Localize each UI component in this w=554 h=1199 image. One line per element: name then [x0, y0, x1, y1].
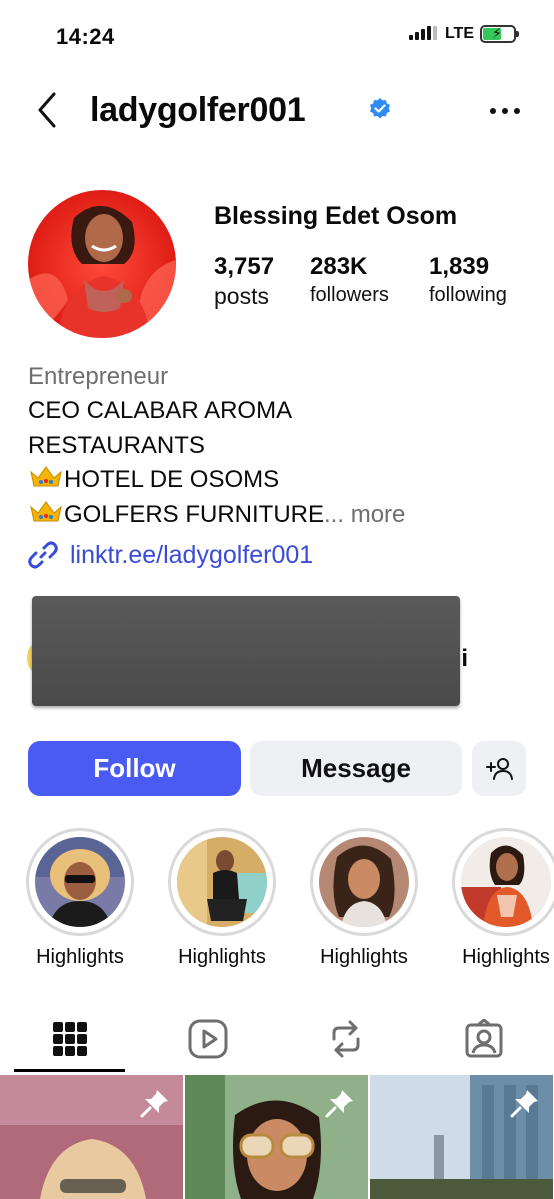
active-tab-indicator — [14, 1069, 125, 1072]
ellipsis-icon — [490, 108, 520, 114]
story-highlights: Highlights Highlights Highlights Highlig… — [0, 828, 554, 973]
pin-icon — [325, 1090, 353, 1118]
bio-line: GOLFERS FURNITURE... more — [28, 498, 528, 533]
highlight-label: Highlights — [36, 946, 124, 968]
highlight-ring — [168, 828, 276, 936]
stat-followers[interactable]: 283K followers — [310, 253, 389, 308]
link-icon — [28, 541, 58, 569]
highlight-ring — [310, 828, 418, 936]
grid-post[interactable] — [185, 1075, 368, 1199]
stat-following[interactable]: 1,839 following — [429, 253, 507, 308]
profile-actions: Follow Message — [28, 741, 528, 796]
bio-line: HOTEL DE OSOMS — [28, 463, 528, 498]
highlight-thumbnail — [461, 837, 551, 927]
username: ladygolfer001 — [90, 91, 306, 129]
highlight-label: Highlights — [320, 946, 408, 968]
link-text: linktr.ee/ladygolfer001 — [70, 540, 314, 569]
status-time: 14:24 — [56, 24, 115, 49]
highlight-label: Highlights — [462, 946, 550, 968]
reposts-icon — [332, 1020, 360, 1058]
highlight-thumbnail — [177, 837, 267, 927]
highlight-thumbnail — [35, 837, 125, 927]
posts-grid — [0, 1075, 554, 1199]
bio: Entrepreneur CEO CALABAR AROMA RESTAURAN… — [28, 360, 528, 532]
bio-link[interactable]: linktr.ee/ladygolfer001 — [28, 540, 313, 570]
status-bar: 14:24 LTE ⚡ — [0, 0, 554, 70]
follow-button[interactable]: Follow — [28, 741, 241, 796]
tab-reposts[interactable] — [286, 1011, 406, 1067]
highlight-label: Highlights — [178, 946, 266, 968]
bio-line-text: GOLFERS FURNITURE — [64, 500, 325, 528]
following-label: following — [429, 283, 507, 306]
cellular-signal-icon — [408, 25, 439, 43]
crown-emoji-icon — [30, 500, 62, 521]
profile-avatar[interactable] — [28, 190, 176, 338]
status-indicators: LTE ⚡ — [408, 25, 519, 43]
tab-posts-grid[interactable] — [10, 1011, 130, 1067]
display-name: Blessing Edet Osom — [214, 202, 458, 230]
highlight-ring — [26, 828, 134, 936]
reels-icon — [188, 1019, 228, 1059]
highlight-item[interactable]: Highlights — [24, 828, 136, 969]
bio-line: CEO CALABAR AROMA — [28, 397, 293, 424]
bio-ellipsis: ... — [324, 500, 345, 528]
crown-emoji-icon — [30, 466, 62, 487]
highlight-thumbnail — [319, 837, 409, 927]
avatar-photo — [28, 190, 176, 338]
add-person-icon — [486, 757, 513, 780]
pin-icon — [510, 1090, 538, 1118]
grid-icon — [53, 1022, 87, 1056]
grid-post[interactable] — [370, 1075, 553, 1199]
verified-badge-icon — [370, 98, 390, 119]
network-type: LTE — [444, 25, 474, 42]
suggested-accounts-button[interactable] — [472, 741, 526, 796]
pin-icon — [140, 1090, 168, 1118]
grid-post[interactable] — [0, 1075, 183, 1199]
posts-count: 3,757 — [214, 253, 275, 280]
more-options-button[interactable] — [485, 96, 525, 126]
highlight-item[interactable]: Highlights — [308, 828, 420, 969]
stat-posts[interactable]: 3,757 posts — [214, 253, 274, 312]
followers-count: 283K — [310, 253, 368, 280]
highlight-item[interactable]: Highlights — [166, 828, 278, 969]
highlight-ring — [452, 828, 554, 936]
highlight-item[interactable]: Highlights — [450, 828, 554, 969]
bio-line: RESTAURANTS — [28, 431, 205, 459]
battery-icon: ⚡ — [480, 25, 519, 43]
message-button[interactable]: Message — [250, 741, 462, 796]
profile-content-tabs — [0, 1003, 554, 1073]
posts-label: posts — [214, 282, 269, 309]
tagged-icon — [465, 1019, 503, 1058]
following-count: 1,839 — [429, 253, 490, 280]
chevron-left-icon — [38, 92, 56, 128]
bio-line-text: HOTEL DE OSOMS — [64, 466, 280, 493]
back-button[interactable] — [32, 90, 64, 130]
bio-category: Entrepreneur — [28, 363, 169, 390]
tab-reels[interactable] — [148, 1011, 268, 1067]
profile-header: ladygolfer001 — [0, 82, 554, 142]
tab-tagged[interactable] — [424, 1011, 544, 1067]
redaction-box — [32, 596, 460, 706]
bio-more-link[interactable]: more — [351, 501, 406, 528]
followers-label: followers — [310, 283, 389, 306]
